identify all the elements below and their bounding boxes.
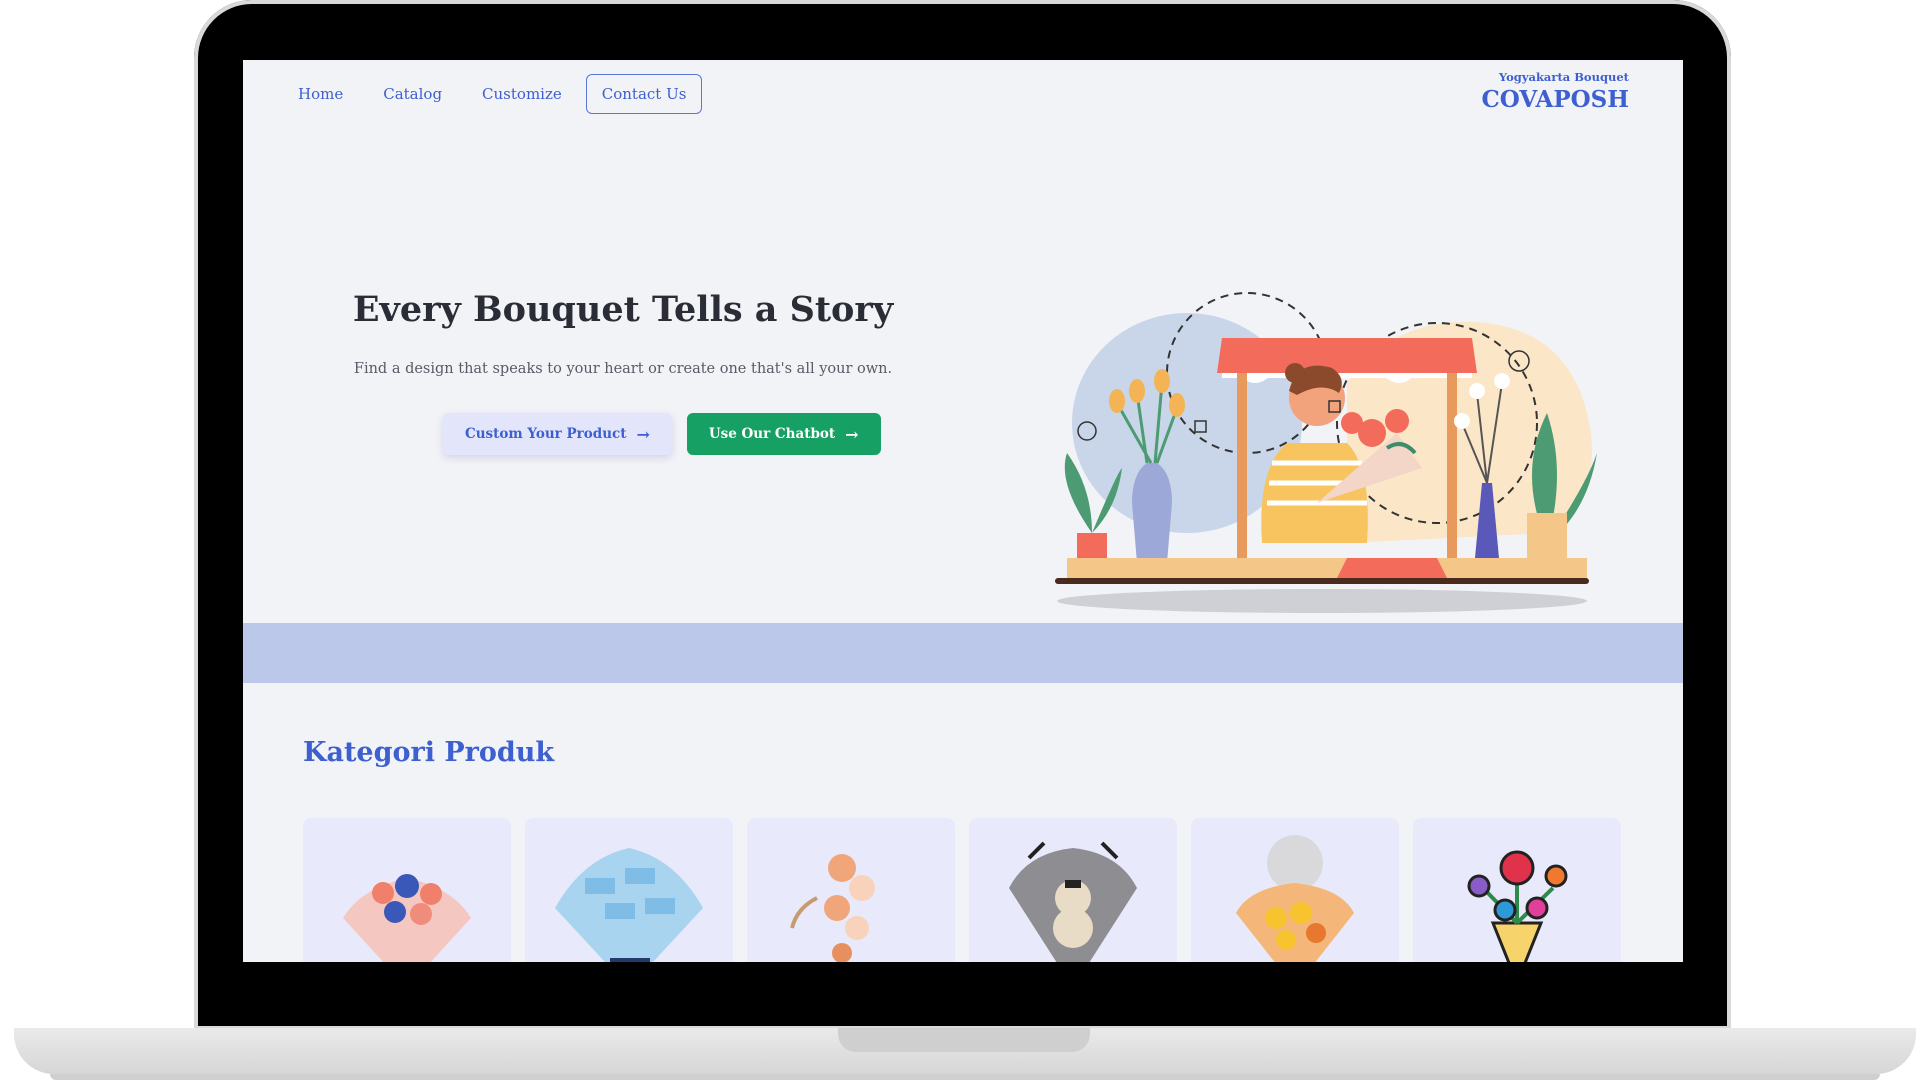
bouquet-image xyxy=(1236,835,1354,962)
arrow-right-icon: → xyxy=(845,424,859,444)
custom-product-button[interactable]: Custom Your Product → xyxy=(443,413,672,455)
bouquet-image xyxy=(343,874,471,962)
category-section-title: Kategori Produk xyxy=(303,737,555,768)
arrow-right-icon: → xyxy=(636,424,650,444)
hero-title: Every Bouquet Tells a Story xyxy=(352,289,894,330)
bouquet-image xyxy=(1009,841,1137,962)
category-card-doll-bouquet[interactable] xyxy=(969,818,1177,962)
nav-links: Home Catalog Customize Contact Us xyxy=(298,74,703,114)
bouquet-image xyxy=(1467,850,1568,962)
nav-customize[interactable]: Customize xyxy=(482,85,562,103)
browser-screen: Home Catalog Customize Contact Us Yogyak… xyxy=(243,60,1683,962)
laptop-notch xyxy=(838,1028,1090,1052)
category-card-artificial-flower[interactable] xyxy=(747,818,955,962)
chatbot-label: Use Our Chatbot xyxy=(708,426,836,442)
category-cards xyxy=(303,818,1635,962)
bouquet-image xyxy=(555,848,703,962)
brand-logo[interactable]: Yogyakarta Bouquet COVAPOSH xyxy=(1481,70,1629,113)
hero-subtitle: Find a design that speaks to your heart … xyxy=(353,361,893,377)
florist-shop-illustration xyxy=(1055,292,1597,613)
laptop-base-shadow xyxy=(50,1074,1880,1080)
nav-contact-us[interactable]: Contact Us xyxy=(585,74,703,114)
nav-catalog[interactable]: Catalog xyxy=(383,85,442,103)
bouquet-image xyxy=(790,854,875,962)
category-card-custom-bouquet[interactable] xyxy=(1413,818,1621,962)
hero-section: Every Bouquet Tells a Story Find a desig… xyxy=(303,133,1623,623)
category-card-flower-bouquet[interactable] xyxy=(303,818,511,962)
brand-tagline: Yogyakarta Bouquet xyxy=(1498,70,1629,84)
category-card-balloon-bouquet[interactable] xyxy=(1191,818,1399,962)
nav-home[interactable]: Home xyxy=(298,85,343,103)
category-card-money-bouquet[interactable] xyxy=(525,818,733,962)
hero-buttons: Custom Your Product → Use Our Chatbot → xyxy=(443,413,881,455)
custom-product-label: Custom Your Product xyxy=(465,426,627,442)
chatbot-button[interactable]: Use Our Chatbot → xyxy=(686,413,881,455)
brand-name: COVAPOSH xyxy=(1481,86,1629,113)
promo-band xyxy=(243,623,1683,683)
